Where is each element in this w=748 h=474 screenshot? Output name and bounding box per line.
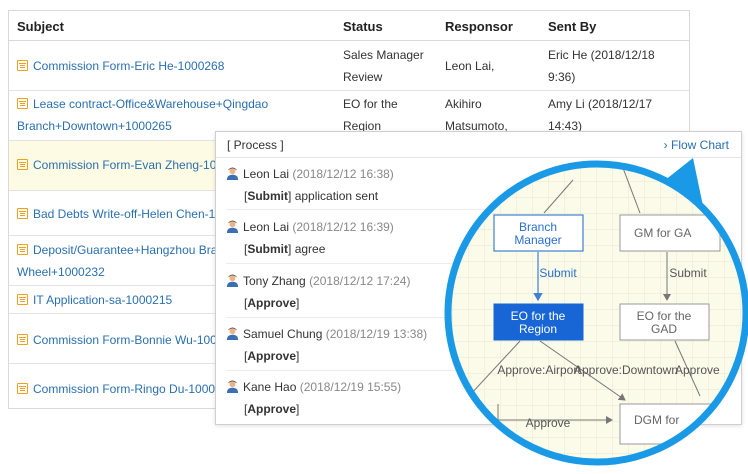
entry-time: (2018/12/19 15:55) [299,380,402,394]
header-status[interactable]: Status [343,19,383,34]
entry-time: (2018/12/12 17:24) [309,274,411,288]
calendar-icon [17,383,28,394]
user-avatar-icon [226,380,239,393]
entry-action: Submit [247,189,289,203]
entry-action: Approve [247,296,297,310]
header-responsor[interactable]: Responsor [445,19,513,34]
calendar-icon [17,244,28,255]
user-avatar-icon [226,220,239,233]
table-header: Subject Status Responsor Sent By [9,11,689,41]
process-entry: Kane Hao (2018/12/19 15:55) [Approve] [226,378,526,418]
entry-user-name: Leon Lai [243,167,290,181]
divider [226,317,526,318]
process-entry: Tony Zhang (2018/12/12 17:24) [Approve] [226,272,526,312]
process-panel: [ Process ] › Flow Chart Leon Lai (2018/… [215,131,742,425]
process-entry: Leon Lai (2018/12/12 16:38) [Submit] app… [226,165,526,205]
calendar-icon [17,208,28,219]
divider [216,157,741,158]
calendar-icon [17,294,28,305]
calendar-icon [17,98,28,109]
status-cell: Sales Manager Review [343,48,424,84]
calendar-icon [17,334,28,345]
header-subject[interactable]: Subject [17,19,64,34]
process-title: [ Process ] [227,138,284,152]
responsor-cell: Leon Lai, [445,59,495,73]
process-entry: Samuel Chung (2018/12/19 13:38) [Approve… [226,325,526,365]
calendar-icon [17,159,28,170]
header-sent-by[interactable]: Sent By [548,19,596,34]
divider [226,263,526,264]
entry-action: Submit [247,242,289,256]
user-avatar-icon [226,327,239,340]
user-avatar-icon [226,167,239,180]
divider [226,370,526,371]
divider [226,209,526,210]
table-row[interactable]: Commission Form-Eric He-1000268 Sales Ma… [9,41,689,91]
entry-note: application sent [291,189,379,203]
entry-user-name: Leon Lai [243,220,290,234]
entry-action: Approve [247,349,297,363]
entry-time: (2018/12/12 16:39) [292,220,394,234]
entry-user-name: Tony Zhang [243,274,306,288]
flow-chart-link[interactable]: › Flow Chart [664,138,729,152]
subject-link[interactable]: Commission Form-Eric He-1000268 [17,55,257,77]
sent-by-cell: Eric He (2018/12/18 9:36) [548,48,655,84]
calendar-icon [17,60,28,71]
user-avatar-icon [226,274,239,287]
entry-time: (2018/12/19 13:38) [325,327,428,341]
entry-action: Approve [247,402,297,416]
entry-user-name: Samuel Chung [243,327,323,341]
entry-user-name: Kane Hao [243,380,297,394]
entry-note: agree [291,242,326,256]
entry-time: (2018/12/12 16:38) [292,167,394,181]
process-entry: Leon Lai (2018/12/12 16:39) [Submit] agr… [226,218,526,258]
